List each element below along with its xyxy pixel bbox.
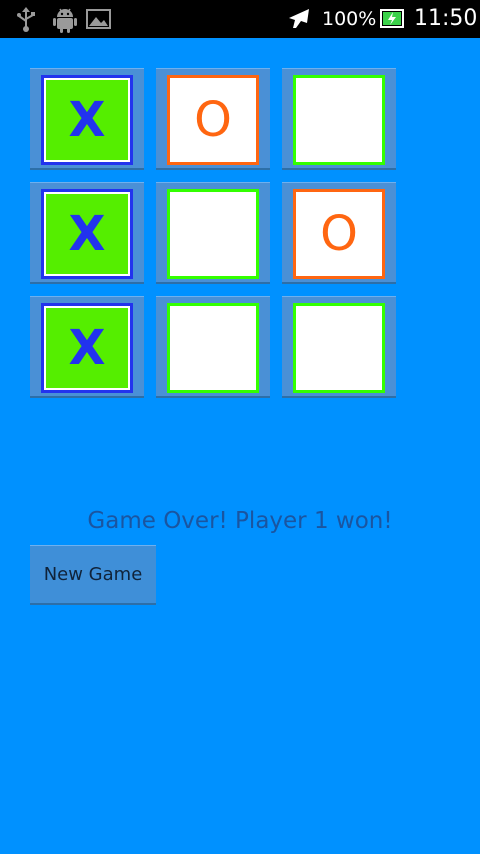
status-bar: 100% 11:50	[0, 0, 480, 38]
android-debug-icon	[52, 7, 78, 37]
board-cell-3[interactable]	[282, 68, 396, 170]
board-cell-7[interactable]: X	[30, 296, 144, 398]
image-notification-icon	[86, 7, 112, 35]
cell-mark	[167, 189, 259, 279]
board-cell-5[interactable]	[156, 182, 270, 284]
board-cell-4[interactable]: X	[30, 182, 144, 284]
board-cell-1[interactable]: X	[30, 68, 144, 170]
cell-mark	[293, 75, 385, 165]
cell-mark: O	[167, 75, 259, 165]
cell-mark: X	[41, 303, 133, 393]
clock: 11:50	[414, 6, 478, 31]
battery-charging-icon	[380, 9, 406, 33]
cell-mark: X	[41, 75, 133, 165]
airplane-mode-icon	[286, 6, 312, 36]
new-game-button[interactable]: New Game	[30, 545, 156, 605]
board-cell-2[interactable]: O	[156, 68, 270, 170]
board-cell-9[interactable]	[282, 296, 396, 398]
usb-icon	[14, 7, 38, 37]
board-cell-8[interactable]	[156, 296, 270, 398]
battery-percentage: 100%	[322, 8, 377, 30]
game-status-message: Game Over! Player 1 won!	[87, 508, 393, 534]
board-cell-6[interactable]: O	[282, 182, 396, 284]
cell-mark	[293, 303, 385, 393]
cell-mark: O	[293, 189, 385, 279]
cell-mark: X	[41, 189, 133, 279]
cell-mark	[167, 303, 259, 393]
